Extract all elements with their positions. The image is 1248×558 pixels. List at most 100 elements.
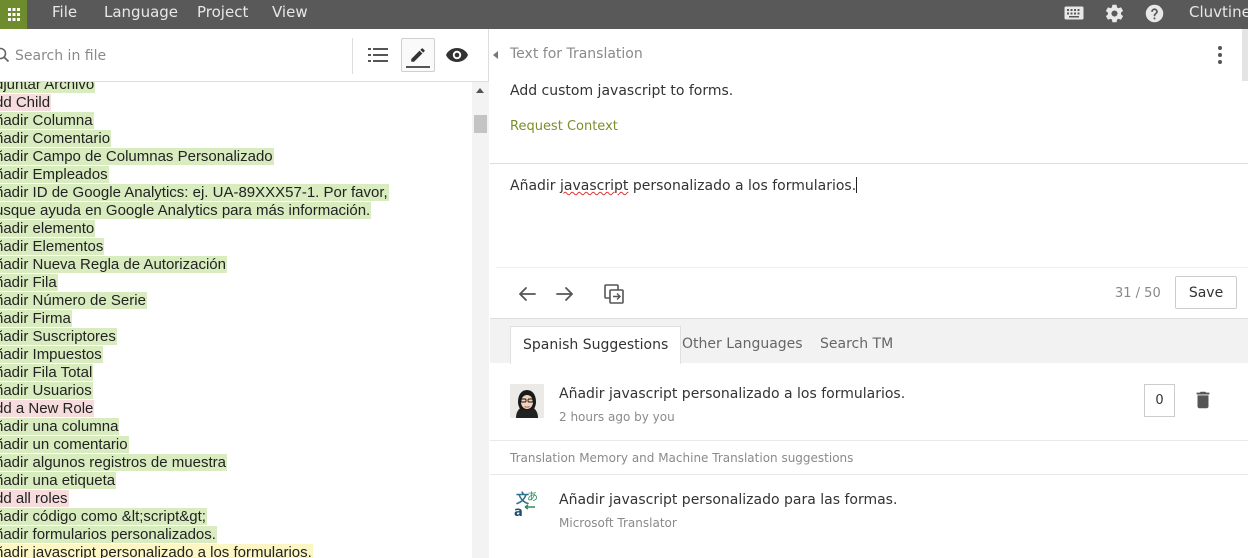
string-list-item[interactable]: ñadir Fila (0, 274, 58, 292)
mt-suggestion-text: Añadir javascript personalizado para las… (559, 492, 898, 508)
translation-input[interactable]: Añadir javascript personalizado a los fo… (510, 177, 1230, 267)
string-list-item-text: usque ayuda en Google Analytics para más… (0, 202, 372, 219)
string-list-item[interactable]: ñadir Elementos (0, 238, 105, 256)
string-list-item-text: ñadir Suscriptores (0, 328, 117, 345)
string-list-item-text: dd all roles (0, 490, 69, 507)
string-list-item-text: ñadir una etiqueta (0, 472, 117, 489)
pencil-icon (411, 48, 425, 62)
string-list-item[interactable]: ñadir formularios personalizados. (0, 526, 217, 544)
string-list-item[interactable]: ñadir Número de Serie (0, 292, 147, 310)
string-list-item-text: ñadir Fila (0, 274, 58, 291)
previous-string-button[interactable] (514, 281, 540, 307)
app-grid-button[interactable] (0, 0, 27, 29)
menu-file[interactable]: File (52, 0, 77, 29)
string-list-item-text: ñadir algunos registros de muestra (0, 454, 227, 471)
string-list-item[interactable]: ñadir Suscriptores (0, 328, 117, 346)
string-list-item[interactable]: ñadir javascript personalizado a los for… (0, 544, 313, 558)
string-list-item-text: ñadir Número de Serie (0, 292, 147, 309)
misspelled-word: javascript (560, 178, 629, 194)
string-list-item[interactable]: ñadir código como &lt;script&gt; (0, 508, 207, 526)
keyboard-icon[interactable] (1063, 2, 1085, 24)
string-list-item-text: ñadir javascript personalizado a los for… (0, 544, 313, 558)
editor-scrollbar[interactable] (1242, 29, 1248, 81)
top-menu-bar: File Language Project View Cluvtine (0, 0, 1248, 29)
string-list-item[interactable]: ñadir Usuarios (0, 382, 93, 400)
string-list-item-text: ñadir Fila Total (0, 364, 94, 381)
preview-button[interactable] (440, 38, 474, 72)
copy-source-button[interactable] (601, 281, 627, 307)
tm-section-label: Translation Memory and Machine Translati… (510, 451, 854, 465)
request-context-link[interactable]: Request Context (510, 119, 618, 134)
text-caret (856, 177, 858, 193)
suggestion-tabs: Spanish Suggestions Other Languages Sear… (490, 318, 1248, 364)
string-list-item[interactable]: ñadir ID de Google Analytics: ej. UA-89X… (0, 184, 389, 202)
string-list-item[interactable]: ñadir un comentario (0, 436, 129, 454)
mt-suggestion-source: Microsoft Translator (559, 516, 677, 530)
string-list-item[interactable]: dd Child (0, 94, 52, 112)
string-list-item-text: ñadir Elementos (0, 238, 105, 255)
source-label: Text for Translation (510, 46, 643, 62)
list-view-button[interactable] (361, 38, 395, 72)
string-list-item[interactable]: ñadir Columna (0, 112, 94, 130)
strings-sidebar: djuntar Archivodd Childñadir Columnañadi… (0, 29, 489, 558)
string-list-item-text: ñadir una columna (0, 418, 120, 435)
arrow-left-icon (519, 287, 536, 301)
string-list-item[interactable]: ñadir una columna (0, 418, 120, 436)
list-icon (368, 48, 388, 62)
menu-view[interactable]: View (272, 0, 308, 29)
string-list-item[interactable]: ñadir elemento (0, 220, 96, 238)
machine-translation-row[interactable]: 文 あ a Añadir javascript personalizado pa… (490, 475, 1248, 558)
vote-count[interactable]: 0 (1144, 384, 1175, 417)
string-list-item[interactable]: dd all roles (0, 490, 69, 508)
grid-icon (7, 7, 20, 21)
help-icon[interactable] (1143, 2, 1165, 24)
user-menu[interactable]: Cluvtine (1189, 0, 1248, 24)
string-list-item-text: ñadir elemento (0, 220, 96, 237)
search-icon (0, 47, 10, 63)
string-list-item-text: ñadir Columna (0, 112, 94, 129)
string-list-item[interactable]: ñadir Nueva Regla de Autorización (0, 256, 227, 274)
character-counter: 31 / 50 (1115, 286, 1161, 301)
arrow-right-icon (556, 287, 573, 301)
string-list-item-text: dd Child (0, 94, 52, 111)
tab-other-languages[interactable]: Other Languages (670, 326, 815, 364)
trash-icon[interactable] (1192, 389, 1214, 411)
string-list-item-text: ñadir código como &lt;script&gt; (0, 508, 207, 525)
more-options-icon[interactable] (1208, 44, 1232, 66)
string-list-item[interactable]: ñadir Campo de Columnas Personalizado (0, 148, 274, 166)
suggestion-meta: 2 hours ago by you (559, 410, 675, 424)
edit-mode-button[interactable] (401, 38, 435, 72)
divider (490, 163, 1248, 164)
string-list-item-text: ñadir ID de Google Analytics: ej. UA-89X… (0, 184, 389, 201)
scroll-thumb[interactable] (474, 115, 487, 133)
search-input[interactable] (15, 45, 335, 67)
next-string-button[interactable] (552, 281, 578, 307)
string-list-item[interactable]: dd a New Role (0, 400, 95, 418)
string-list-item[interactable]: ñadir Impuestos (0, 346, 103, 364)
string-list-item-text: djuntar Archivo (0, 82, 96, 93)
eye-icon (446, 48, 468, 62)
string-list-item[interactable]: ñadir Firma (0, 310, 72, 328)
string-list-item[interactable]: ñadir Empleados (0, 166, 109, 184)
string-list-item-text: ñadir Empleados (0, 166, 109, 183)
string-list-item[interactable]: ñadir una etiqueta (0, 472, 117, 490)
menu-project[interactable]: Project (197, 0, 248, 29)
tab-search-tm[interactable]: Search TM (808, 326, 905, 364)
menu-language[interactable]: Language (104, 0, 178, 29)
string-list-item[interactable]: ñadir Comentario (0, 130, 112, 148)
string-list-item-text: ñadir Firma (0, 310, 72, 327)
scroll-up-arrow[interactable] (476, 88, 484, 93)
save-button[interactable]: Save (1175, 276, 1237, 309)
string-list-item[interactable]: ñadir algunos registros de muestra (0, 454, 227, 472)
gear-icon[interactable] (1103, 2, 1125, 24)
string-list-item[interactable]: usque ayuda en Google Analytics para más… (0, 202, 372, 220)
avatar (510, 384, 544, 418)
string-list-item[interactable]: ñadir Fila Total (0, 364, 94, 382)
string-list-item[interactable]: djuntar Archivo (0, 82, 96, 94)
source-text: Add custom javascript to forms. (510, 83, 734, 99)
editor-pane: Text for Translation Add custom javascri… (490, 29, 1248, 558)
divider (352, 38, 353, 74)
tab-spanish-suggestions[interactable]: Spanish Suggestions (510, 326, 682, 364)
suggestion-row[interactable]: Añadir javascript personalizado a los fo… (490, 363, 1248, 441)
string-list-scrollbar[interactable] (472, 82, 489, 558)
